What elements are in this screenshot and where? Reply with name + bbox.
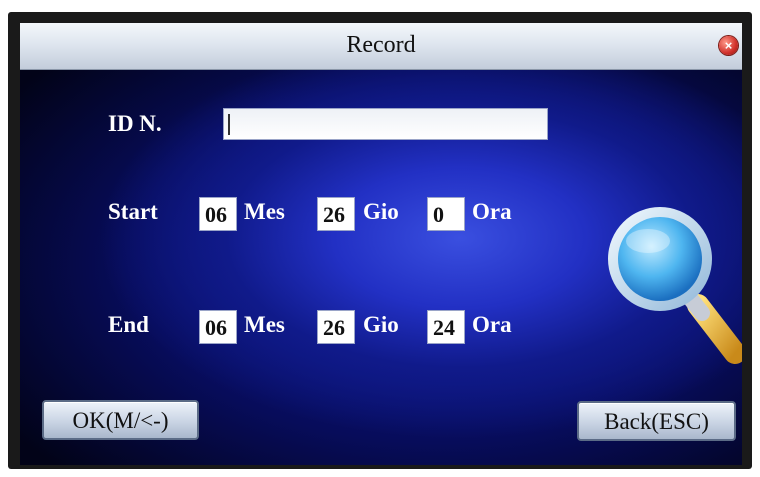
end-hour-field[interactable]: 24 <box>427 310 465 344</box>
start-hour-label: Ora <box>472 199 512 224</box>
end-hour-label: Ora <box>472 312 512 337</box>
end-day-label: Gio <box>363 312 399 337</box>
end-month-field[interactable]: 06 <box>199 310 237 344</box>
record-screen: Record × ID N. Start 06 Mes 26 Gio 0 Ora… <box>20 23 742 465</box>
start-month-field[interactable]: 06 <box>199 197 237 231</box>
id-input[interactable] <box>223 108 548 140</box>
window-title: Record <box>346 32 416 58</box>
end-day-field[interactable]: 26 <box>317 310 355 344</box>
close-icon[interactable]: × <box>719 36 738 55</box>
start-day-label: Gio <box>363 199 399 224</box>
magnifier-icon <box>608 207 742 364</box>
start-hour-field[interactable]: 0 <box>427 197 465 231</box>
start-label: Start <box>108 199 158 224</box>
start-day-field[interactable]: 26 <box>317 197 355 231</box>
id-label: ID N. <box>108 111 162 136</box>
text-caret <box>228 114 230 135</box>
end-month-label: Mes <box>244 312 285 337</box>
title-bar: Record × <box>20 23 742 70</box>
back-button[interactable]: Back(ESC) <box>577 401 736 441</box>
end-label: End <box>108 312 149 337</box>
start-month-label: Mes <box>244 199 285 224</box>
ok-button[interactable]: OK(M/<-) <box>42 400 199 440</box>
